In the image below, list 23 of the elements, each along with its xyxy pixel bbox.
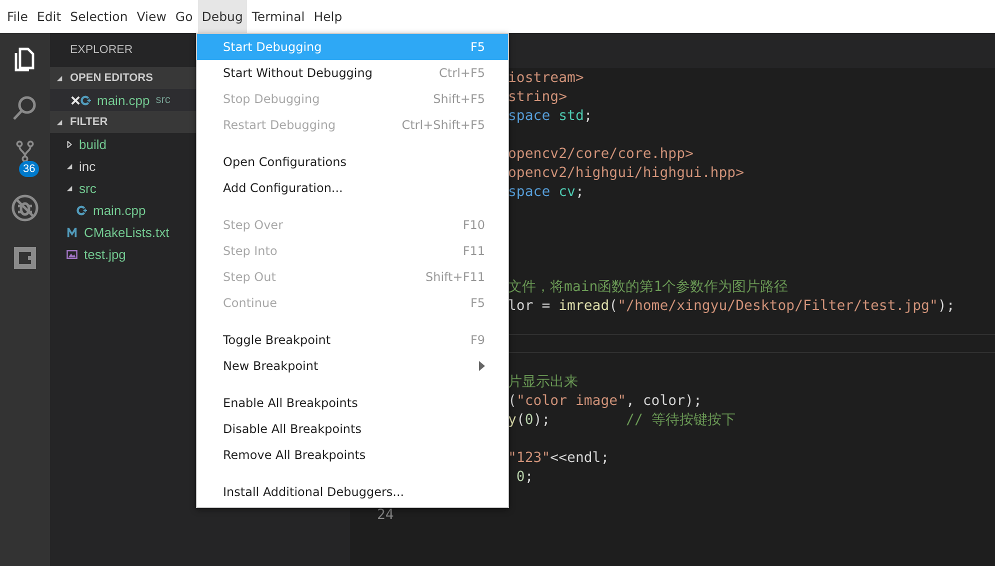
sidebar-title: EXPLORER: [70, 44, 133, 56]
code-line: iostream>: [508, 70, 584, 86]
menu-option: Restart Debugging Ctrl+Shift+F5: [197, 112, 508, 138]
code-line: "123"<<endl;: [508, 450, 610, 466]
code-line: lor = imread("/home/xingyu/Desktop/Filter/test.jpg");: [508, 298, 955, 314]
code-line: opencv2/highgui/highgui.hpp>: [508, 164, 744, 180]
code-line: space std;: [508, 108, 592, 124]
menu-option: Step Over F10: [197, 212, 508, 238]
code-line: 0;: [515, 468, 534, 484]
menu-option: Step Out Shift+F11: [197, 264, 508, 290]
count-badge: 36: [19, 161, 40, 177]
code-line: space cv;: [508, 184, 584, 200]
code-line: opencv2/core/core.hpp>: [508, 146, 694, 162]
file-path: src: [156, 94, 170, 106]
code-line: string>: [508, 88, 568, 104]
code-line: 文件，将main函数的第1个参数作为图片路径: [508, 278, 788, 296]
code-line: ("color image", color);: [508, 392, 702, 408]
code-line: y(0); // 等待按键按下: [508, 410, 736, 428]
menu-option: Stop Debugging Shift+F5: [197, 86, 508, 112]
line-number: 24: [377, 506, 394, 522]
menu-option: Continue F5: [197, 290, 508, 316]
menu-option: Step Into F11: [197, 238, 508, 264]
code-line: 片显示出来: [508, 372, 578, 390]
